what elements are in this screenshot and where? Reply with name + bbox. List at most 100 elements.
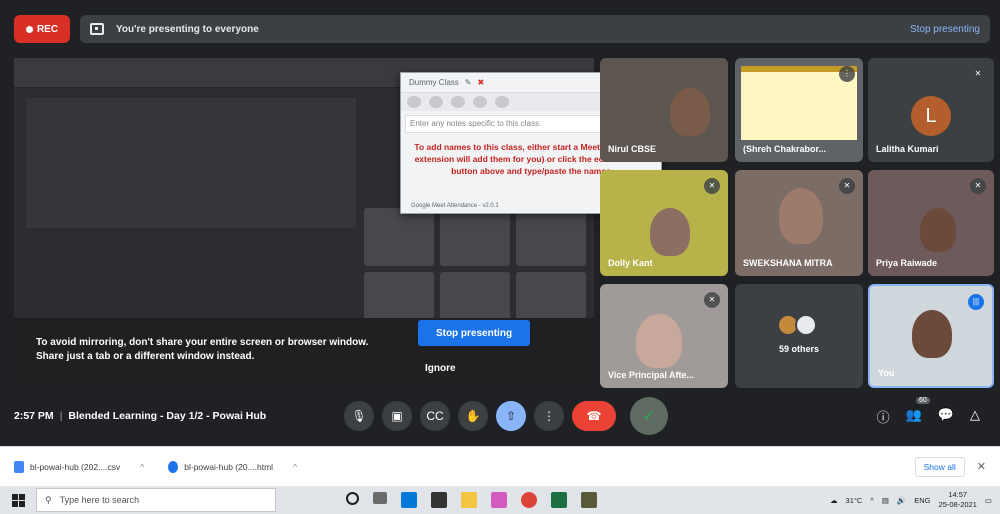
right-controls: ⓘ 👥 60 💬 △	[877, 396, 990, 426]
participant-tile[interactable]: Nirul CBSE	[600, 58, 728, 162]
more-options-button[interactable]: ⋮	[534, 401, 564, 431]
participant-name: Nirul CBSE	[608, 144, 657, 154]
preview-content	[26, 98, 356, 228]
file-explorer-icon[interactable]	[461, 492, 477, 508]
warning-line-2: Share just a tab or a different window i…	[36, 351, 255, 362]
show-all-button[interactable]: Show all	[914, 456, 965, 477]
preview-thumbnails	[364, 208, 586, 330]
presenting-text: You're presenting to everyone	[116, 23, 259, 35]
present-button[interactable]: ⇧	[496, 401, 526, 431]
participant-tile[interactable]: ✕ SWEKSHANA MITRA	[735, 170, 863, 276]
tray-chevron-icon[interactable]: ^	[870, 496, 874, 505]
volume-icon[interactable]: 🔊	[897, 496, 906, 505]
participant-tile[interactable]: ✕ Priya Raiwade	[868, 170, 994, 276]
mic-off-icon: ✕	[839, 178, 855, 194]
start-button[interactable]	[0, 486, 36, 514]
history-icon[interactable]	[451, 96, 465, 108]
close-icon[interactable]: ✕	[977, 460, 986, 473]
windows-logo-icon	[11, 493, 25, 507]
recording-badge: REC	[14, 15, 70, 43]
chrome-icon[interactable]	[521, 492, 537, 508]
notes-placeholder: Enter any notes specific to this class.	[410, 119, 542, 128]
chat-icon[interactable]: 💬	[938, 407, 954, 426]
store-icon[interactable]	[401, 492, 417, 508]
warning-line-1: To avoid mirroring, don't share your ent…	[36, 337, 369, 348]
participant-tile[interactable]: ✕ Vice Principal Afte...	[600, 284, 728, 388]
present-icon	[90, 23, 104, 35]
participant-name: Priya Raiwade	[876, 258, 938, 268]
participant-name: (Shreh Chakrabor...	[743, 144, 827, 154]
meeting-info: 2:57 PM | Blended Learning - Day 1/2 - Pow…	[14, 410, 267, 422]
task-view-icon[interactable]	[373, 492, 387, 504]
meeting-time: 2:57 PM	[14, 410, 54, 422]
activities-icon[interactable]: △	[970, 407, 980, 426]
participant-video	[920, 208, 956, 252]
camera-button[interactable]: ▣	[382, 401, 412, 431]
more-icon[interactable]: ⋮	[839, 66, 855, 82]
stop-presenting-button[interactable]: Stop presenting	[418, 320, 530, 346]
participant-tile[interactable]: ⋮ (Shreh Chakrabor...	[735, 58, 863, 162]
snip-icon[interactable]	[491, 492, 507, 508]
participant-video	[779, 188, 823, 244]
taskbar-apps	[346, 492, 597, 508]
captions-button[interactable]: CC	[420, 401, 450, 431]
download-name: bl-powai-hub (20....html	[184, 461, 274, 472]
cortana-icon[interactable]	[346, 492, 359, 505]
download-item[interactable]: bl-powai-hub (20....html ^	[168, 460, 297, 473]
excel-icon[interactable]	[551, 492, 567, 508]
participant-name: Vice Principal Afte...	[608, 370, 695, 380]
delete-class-icon[interactable]: ✖	[477, 78, 484, 87]
leave-call-button[interactable]: ☎	[572, 401, 616, 431]
weather-icon[interactable]: ☁	[830, 496, 838, 505]
mic-off-icon: ✕	[970, 178, 986, 194]
participant-video	[650, 208, 690, 256]
meeting-title: Blended Learning - Day 1/2 - Powai Hub	[68, 410, 267, 422]
temperature: 31°C	[845, 495, 863, 505]
file-icon	[14, 460, 24, 473]
participant-video	[670, 88, 710, 136]
meeting-controls: 2:57 PM | Blended Learning - Day 1/2 - Pow…	[14, 394, 990, 438]
chevron-up-icon[interactable]: ^	[140, 462, 144, 472]
info-icon[interactable]: ⓘ	[877, 407, 890, 426]
pause-icon[interactable]	[407, 96, 421, 108]
clock-date: 25-08-2021	[938, 500, 977, 509]
participant-tile[interactable]: ✕ L Lalitha Kumari	[868, 58, 994, 162]
rec-label: REC	[36, 23, 59, 35]
extension-footer: Google Meet Attendance - v2.0.1	[411, 203, 499, 209]
search-placeholder: Type here to search	[59, 495, 140, 505]
app-icon[interactable]	[581, 492, 597, 508]
clock[interactable]: 14:57 25-08-2021	[939, 490, 977, 510]
self-tile[interactable]: ||| You	[868, 284, 994, 388]
mic-off-icon: ✕	[974, 69, 982, 78]
present-filter-icon[interactable]	[429, 96, 443, 108]
language[interactable]: ENG	[914, 496, 930, 505]
sticky-notes-icon[interactable]	[431, 492, 447, 508]
top-bar: REC You're presenting to everyone Stop p…	[14, 12, 990, 46]
people-icon[interactable]: 👥 60	[906, 396, 930, 426]
others-tile[interactable]: 59 others	[735, 284, 863, 388]
chevron-up-icon[interactable]: ^	[293, 462, 297, 472]
class-name[interactable]: Dummy Class	[409, 78, 459, 87]
edit-class-icon[interactable]: ✎	[465, 78, 472, 87]
record-dot-icon	[25, 25, 33, 33]
participant-tile[interactable]: ✕ Dolly Kant	[600, 170, 728, 276]
raise-hand-button[interactable]: ✋	[458, 401, 488, 431]
taskbar-search[interactable]: ⚲ Type here to search	[36, 488, 276, 512]
system-tray: ☁ 31°C ^ ▤ 🔊 ENG 14:57 25-08-2021 ▭	[830, 490, 1000, 510]
attendance-check-button[interactable]: ✓	[630, 397, 668, 435]
chrome-file-icon	[168, 460, 179, 473]
participant-video	[912, 310, 952, 358]
notifications-icon[interactable]: ▭	[985, 496, 992, 505]
others-avatars	[777, 314, 817, 336]
mic-off-icon: ✕	[704, 292, 720, 308]
ignore-button[interactable]: Ignore	[425, 363, 456, 374]
presenting-bar: You're presenting to everyone Stop prese…	[80, 15, 990, 43]
network-icon[interactable]: ▤	[882, 496, 889, 505]
stop-presenting-link[interactable]: Stop presenting	[910, 24, 980, 35]
absent-filter-icon[interactable]	[473, 96, 487, 108]
others-count: 59 others	[778, 344, 820, 354]
participant-name: You	[878, 368, 895, 378]
download-item[interactable]: bl-powai-hub (202....csv ^	[14, 460, 144, 473]
unknown-filter-icon[interactable]	[495, 96, 509, 108]
mic-button[interactable]: 🎙	[344, 401, 374, 431]
